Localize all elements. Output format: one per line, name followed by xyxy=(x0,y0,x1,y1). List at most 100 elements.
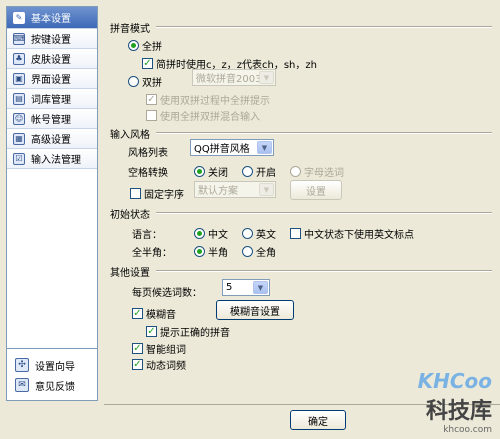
fuzzy-hint-label: 提示正确的拼音 xyxy=(160,328,230,339)
english-punct-checkbox[interactable]: 中文状态下使用英文标点 xyxy=(290,226,414,241)
fuzzy-hint-checkbox[interactable]: ✓ 提示正确的拼音 xyxy=(146,324,230,339)
space-on-radio[interactable]: 开启 xyxy=(242,164,276,179)
sidebar-item-5[interactable]: ☺ 帐号管理 xyxy=(7,109,97,129)
radio-indicator xyxy=(290,166,301,177)
fixed-scheme-select[interactable]: 默认方案 ▼ xyxy=(194,181,276,198)
fuzzy-label: 模糊音 xyxy=(146,310,176,321)
checkbox-indicator xyxy=(290,228,301,239)
radio-indicator xyxy=(242,166,253,177)
per-page-select[interactable]: 5 ▼ xyxy=(222,279,270,296)
sidebar-item-4[interactable]: ▤ 词库管理 xyxy=(7,89,97,109)
keyboard-icon: ⌨ xyxy=(13,32,25,45)
setup-wizard-link[interactable]: ✣ 设置向导 xyxy=(7,355,97,375)
fixed-scheme-value: 默认方案 xyxy=(198,186,238,197)
english-punct-label: 中文状态下使用英文标点 xyxy=(304,230,414,241)
double-pinyin-hint-checkbox[interactable]: ✓ 使用双拼过程中全拼提示 xyxy=(146,92,270,107)
chinese-label: 中文 xyxy=(208,230,228,241)
half-width-radio[interactable]: 半角 xyxy=(194,244,228,259)
smart-phrase-checkbox[interactable]: ✓ 智能组词 xyxy=(132,341,186,356)
ok-button[interactable]: 确定 xyxy=(290,410,346,430)
half-width-label: 半角 xyxy=(208,248,228,259)
divider xyxy=(156,212,492,214)
other-settings-title: 其他设置 xyxy=(110,268,150,279)
sidebar-item-3[interactable]: ▣ 界面设置 xyxy=(7,69,97,89)
checkbox-indicator xyxy=(130,188,141,199)
sidebar-item-label: 帐号管理 xyxy=(31,115,71,126)
fixed-order-settings-button[interactable]: 设置 xyxy=(290,180,342,200)
window-icon: ▣ xyxy=(13,72,25,85)
space-on-label: 开启 xyxy=(256,168,276,179)
fuzzy-settings-button[interactable]: 模糊音设置 xyxy=(216,300,294,320)
double-pinyin-scheme-select[interactable]: 微软拼音2003 ▼ xyxy=(192,69,276,86)
sidebar-item-0[interactable]: ✎ 基本设置 xyxy=(7,7,97,29)
mixed-input-label: 使用全拼双拼混合输入 xyxy=(160,112,260,123)
width-label: 全半角： xyxy=(132,248,172,259)
wrench-icon: ✎ xyxy=(13,11,25,24)
double-pinyin-label: 双拼 xyxy=(142,78,162,89)
language-label: 语言： xyxy=(132,230,162,241)
sidebar-item-1[interactable]: ⌨ 按键设置 xyxy=(7,29,97,49)
radio-indicator xyxy=(194,246,205,257)
full-pinyin-radio[interactable]: 全拼 xyxy=(128,38,162,53)
sidebar-item-label: 高级设置 xyxy=(31,135,71,146)
sidebar-item-label: 基本设置 xyxy=(31,14,71,25)
per-page-value: 5 xyxy=(226,282,233,293)
double-pinyin-radio[interactable]: 双拼 xyxy=(128,74,162,89)
radio-indicator xyxy=(242,228,253,239)
chevron-down-icon: ▼ xyxy=(257,141,272,154)
sidebar-item-label: 词库管理 xyxy=(31,95,71,106)
full-pinyin-label: 全拼 xyxy=(142,42,162,53)
account-icon: ☺ xyxy=(13,112,25,125)
checkbox-indicator: ✓ xyxy=(142,58,153,69)
letter-select-radio[interactable]: 字母选词 xyxy=(290,164,344,179)
dynamic-freq-checkbox[interactable]: ✓ 动态词频 xyxy=(132,357,186,372)
english-radio[interactable]: 英文 xyxy=(242,226,276,241)
space-off-radio[interactable]: 关闭 xyxy=(194,164,228,179)
radio-indicator xyxy=(194,228,205,239)
english-label: 英文 xyxy=(256,230,276,241)
sidebar-nav: ✎ 基本设置 ⌨ 按键设置 ♣ 皮肤设置 ▣ 界面设置 ▤ 词库管理 ☺ 帐号管理 ▦ 高级设置 ☑ 输入法管… xyxy=(7,7,97,169)
input-style-title: 输入风格 xyxy=(110,130,150,141)
fuzzy-checkbox[interactable]: ✓ 模糊音 xyxy=(132,306,176,321)
sidebar-item-2[interactable]: ♣ 皮肤设置 xyxy=(7,49,97,69)
pinyin-mode-title: 拼音模式 xyxy=(110,24,150,35)
sidebar-item-label: 皮肤设置 xyxy=(31,55,71,66)
sidebar-item-7[interactable]: ☑ 输入法管理 xyxy=(7,149,97,169)
smart-phrase-label: 智能组词 xyxy=(146,345,186,356)
per-page-label: 每页候选词数： xyxy=(132,288,202,299)
double-pinyin-hint-label: 使用双拼过程中全拼提示 xyxy=(160,96,270,107)
chevron-down-icon: ▼ xyxy=(253,281,268,294)
mixed-input-checkbox[interactable]: 使用全拼双拼混合输入 xyxy=(146,108,260,123)
fixed-order-checkbox[interactable]: 固定字序 xyxy=(130,186,184,201)
advanced-icon: ▦ xyxy=(13,132,25,145)
dictionary-icon: ▤ xyxy=(13,92,25,105)
radio-indicator xyxy=(128,76,139,87)
checkbox-indicator: ✓ xyxy=(132,343,143,354)
double-pinyin-scheme-value: 微软拼音2003 xyxy=(196,74,262,85)
chevron-down-icon: ▼ xyxy=(259,71,274,84)
full-width-radio[interactable]: 全角 xyxy=(242,244,276,259)
divider xyxy=(156,270,492,272)
skin-icon: ♣ xyxy=(13,52,25,65)
sidebar-item-6[interactable]: ▦ 高级设置 xyxy=(7,129,97,149)
dynamic-freq-label: 动态词频 xyxy=(146,361,186,372)
checkbox-indicator: ✓ xyxy=(132,359,143,370)
divider xyxy=(156,26,492,28)
style-list-select[interactable]: QQ拼音风格 ▼ xyxy=(190,139,274,156)
checkbox-indicator xyxy=(146,110,157,121)
letter-select-label: 字母选词 xyxy=(304,168,344,179)
divider xyxy=(156,132,492,134)
feedback-label: 意见反馈 xyxy=(35,381,75,393)
space-off-label: 关闭 xyxy=(208,168,228,179)
ime-icon: ☑ xyxy=(13,152,25,165)
radio-indicator xyxy=(194,166,205,177)
chinese-radio[interactable]: 中文 xyxy=(194,226,228,241)
feedback-link[interactable]: ✉ 意见反馈 xyxy=(7,375,97,395)
watermark-text: 科技库 xyxy=(425,399,492,424)
style-list-label: 风格列表 xyxy=(128,148,168,159)
wizard-icon: ✣ xyxy=(15,358,29,372)
fixed-order-label: 固定字序 xyxy=(144,190,184,201)
settings-panel: 拼音模式 全拼 ✓ 简拼时使用c，z，z代表ch，sh，zh 双拼 微软拼音200… xyxy=(104,6,494,401)
checkbox-indicator: ✓ xyxy=(146,326,157,337)
feedback-icon: ✉ xyxy=(15,378,29,392)
